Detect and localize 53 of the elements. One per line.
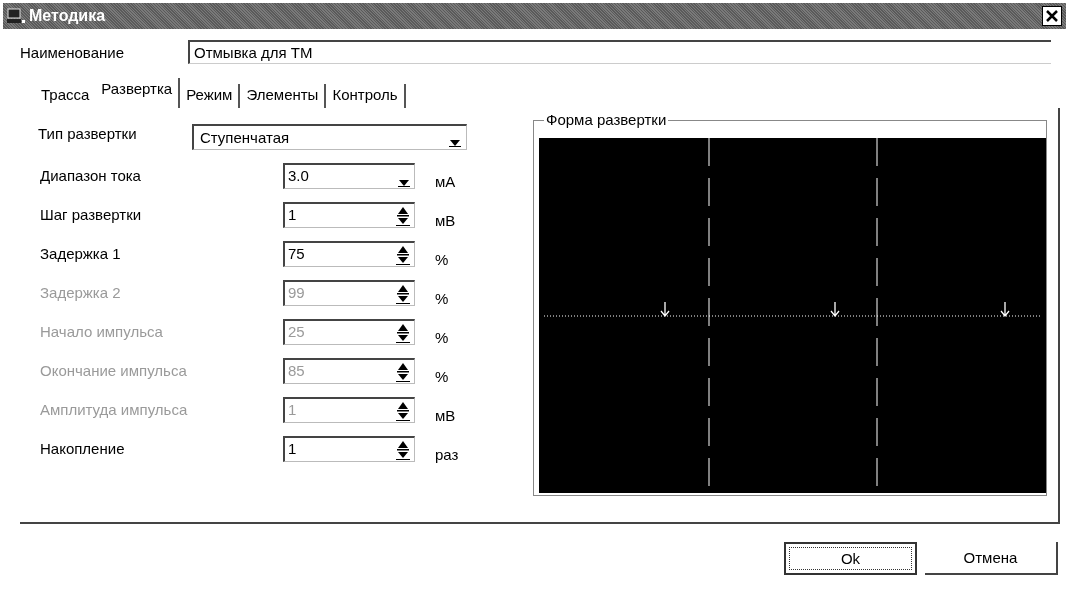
field-value: 99 <box>288 283 305 301</box>
field-label: Наименование <box>20 43 125 61</box>
tab[interactable]: Режим <box>180 84 241 108</box>
computer-icon <box>7 8 25 24</box>
field-label: Начало импульса <box>39 323 164 340</box>
field-label: Окончание импульса <box>39 362 188 379</box>
field-value: 1 <box>288 439 297 457</box>
spin-arrows-icon[interactable] <box>396 322 410 343</box>
tab[interactable]: Трасса <box>35 84 96 108</box>
dropdown-arrow-icon[interactable] <box>449 139 461 147</box>
field-value: 25 <box>288 322 305 340</box>
unit-label: мВ <box>435 212 456 229</box>
field-label: Амплитуда импульса <box>39 401 189 418</box>
field-value: 1 <box>288 400 297 418</box>
unit-label: % <box>435 290 449 307</box>
tab[interactable]: Элементы <box>240 84 327 108</box>
unit-label: раз <box>435 446 459 463</box>
tab[interactable]: Развертка <box>95 78 181 108</box>
field-label: Задержка 1 <box>39 245 122 262</box>
field-value: 1 <box>288 205 297 223</box>
field-value: 75 <box>288 244 305 262</box>
field-label: Накопление <box>39 440 126 457</box>
field-value: 3.0 <box>288 166 309 184</box>
unit-label: % <box>435 368 449 385</box>
field-label: Задержка 2 <box>39 284 122 301</box>
spin-arrows-icon[interactable] <box>396 205 410 226</box>
spin-arrows-icon[interactable] <box>396 283 410 304</box>
close-button[interactable] <box>1042 6 1062 26</box>
unit-label: мА <box>435 173 456 190</box>
dropdown-arrow-icon[interactable] <box>398 178 410 187</box>
spin-field[interactable]: 1 <box>283 435 415 462</box>
field-label: Шаг развертки <box>39 206 143 223</box>
spin-arrows-icon[interactable] <box>396 439 410 460</box>
spin-arrows-icon[interactable] <box>396 244 410 265</box>
window-title: Методика <box>29 7 106 25</box>
cancel-button[interactable]: Отмена <box>925 542 1058 575</box>
dropdown-field[interactable]: Ступенчатая <box>192 124 467 150</box>
group-title: Форма развертки <box>544 112 669 128</box>
field-label: Диапазон тока <box>39 167 142 184</box>
tab[interactable]: Контроль <box>326 84 406 108</box>
unit-label: % <box>435 251 449 268</box>
spin-field[interactable]: 75 <box>283 240 415 267</box>
field-label: Тип развертки <box>38 124 138 142</box>
dropdown-field[interactable]: 3.0 <box>283 162 415 189</box>
name-input-field[interactable]: Отмывка для ТМ <box>188 40 1051 64</box>
spin-arrows-icon[interactable] <box>396 400 410 421</box>
spin-arrows-icon[interactable] <box>396 361 410 382</box>
field-value: Ступенчатая <box>200 129 290 146</box>
field-value: 85 <box>288 361 305 379</box>
ok-button[interactable]: Ok <box>784 542 917 575</box>
spin-field[interactable]: 1 <box>283 201 415 228</box>
unit-label: % <box>435 329 449 346</box>
unit-label: мВ <box>435 407 456 424</box>
